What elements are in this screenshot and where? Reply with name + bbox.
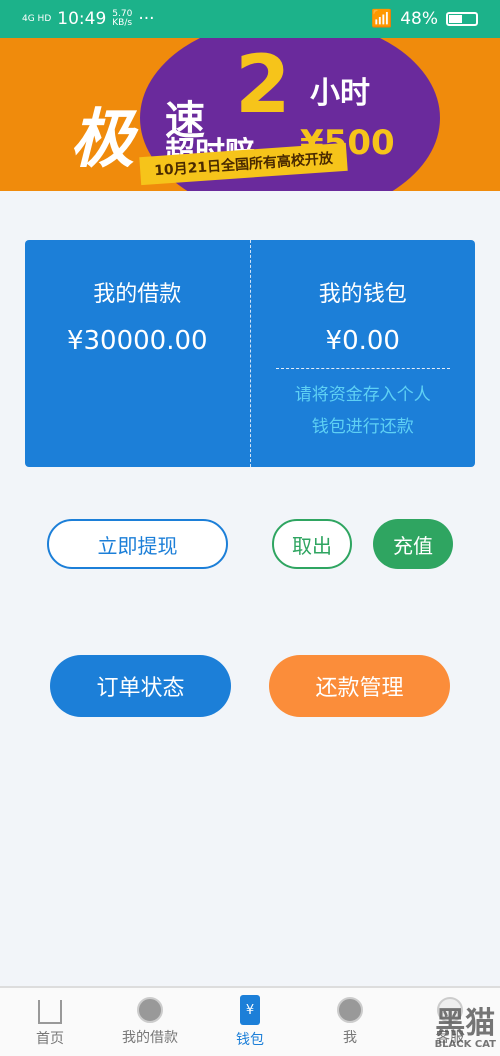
network-indicator: 4G HD (22, 13, 52, 24)
account-card: 我的借款 ¥30000.00 我的钱包 ¥0.00 请将资金存入个人 钱包进行还款 (25, 240, 475, 467)
wallet-panel: 我的钱包 ¥0.00 请将资金存入个人 钱包进行还款 (249, 240, 476, 467)
tab-my-loan[interactable]: 我的借款 (100, 988, 200, 1056)
more-icon: ··· (138, 9, 155, 29)
tab-home[interactable]: 首页 (0, 988, 100, 1056)
tab-wallet[interactable]: ¥ 钱包 (200, 988, 300, 1056)
wallet-title: 我的钱包 (318, 282, 407, 307)
battery-icon (446, 12, 478, 26)
banner-text: 2 (235, 38, 291, 131)
user-icon (337, 997, 363, 1023)
home-icon (38, 1000, 62, 1024)
battery-percent: 48% (400, 9, 438, 29)
user-icon (137, 997, 163, 1023)
net-speed: 5.70 KB/s (112, 9, 133, 28)
divider (275, 368, 450, 369)
banner-text: 极 (70, 103, 134, 177)
clock: 10:49 (57, 9, 107, 29)
withdraw-button[interactable]: 立即提现 (47, 519, 228, 569)
watermark-logo: 黑猫 BLACK CAT (434, 1006, 496, 1051)
wallet-amount: ¥0.00 (325, 326, 400, 356)
loan-amount: ¥30000.00 (66, 326, 208, 356)
loan-title: 我的借款 (93, 282, 182, 307)
wallet-hint: 请将资金存入个人 钱包进行还款 (294, 385, 431, 437)
wallet-phone-icon: ¥ (240, 995, 260, 1025)
loan-panel: 我的借款 ¥30000.00 (25, 240, 250, 467)
tab-me[interactable]: 我 (300, 988, 400, 1056)
wifi-icon: 📶 (371, 9, 393, 29)
order-status-button[interactable]: 订单状态 (50, 655, 231, 717)
promo-banner[interactable]: 极 速 2 小时 超时赔 ¥500 10月21日全国所有高校开放 (0, 38, 500, 191)
recharge-button[interactable]: 充值 (373, 519, 453, 569)
banner-text: 小时 (310, 76, 370, 111)
takeout-button[interactable]: 取出 (272, 519, 352, 569)
repay-manage-button[interactable]: 还款管理 (269, 655, 450, 717)
bottom-nav: 首页 我的借款 ¥ 钱包 我 客服 (0, 986, 500, 1056)
status-bar: 4G HD 10:49 5.70 KB/s ··· 📶 48% (0, 0, 500, 38)
